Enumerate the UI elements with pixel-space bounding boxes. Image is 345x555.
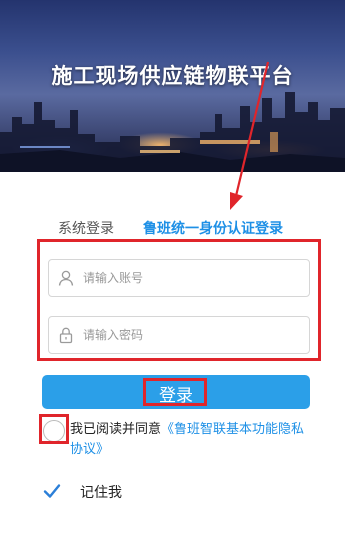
- remember-me-label: 记住我: [80, 485, 122, 501]
- account-field[interactable]: [48, 259, 310, 297]
- header-banner: 施工现场供应链物联平台: [0, 0, 345, 172]
- annotation-frame-checkbox: [39, 414, 69, 444]
- password-input[interactable]: [83, 317, 303, 353]
- agreement-prefix: 我已阅读并同意: [70, 422, 162, 437]
- page-title: 施工现场供应链物联平台: [51, 64, 294, 88]
- user-icon: [58, 270, 74, 286]
- annotation-frame-login: [143, 378, 207, 406]
- lock-icon: [59, 327, 73, 344]
- remember-me-checkbox[interactable]: [43, 482, 61, 500]
- account-input[interactable]: [83, 260, 303, 296]
- tab-luban-unified-auth-login[interactable]: 鲁班统一身份认证登录: [143, 218, 283, 238]
- agreement-text: 我已阅读并同意《鲁班智联基本功能隐私协议》: [70, 420, 315, 460]
- password-field[interactable]: [48, 316, 310, 354]
- tab-system-login[interactable]: 系统登录: [58, 218, 114, 238]
